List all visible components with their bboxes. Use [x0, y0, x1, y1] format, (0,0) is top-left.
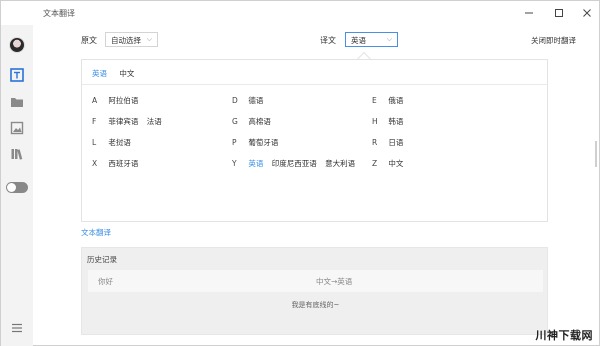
- maximize-icon: [555, 9, 563, 17]
- lang-option[interactable]: 阿拉伯语: [108, 96, 138, 105]
- avatar[interactable]: [9, 37, 25, 53]
- lang-option[interactable]: 德语: [248, 96, 263, 105]
- toggle-switch[interactable]: [6, 182, 28, 193]
- lang-group-y: Y 英语 印度尼西亚语 意大利语: [232, 158, 361, 169]
- group-letter: R: [372, 138, 378, 147]
- target-language-value: 英语: [351, 36, 366, 45]
- nav-documents[interactable]: [10, 95, 24, 109]
- lang-group-e: E 俄语: [372, 95, 409, 106]
- chevron-down-icon: ⌵: [146, 35, 152, 43]
- group-letter: H: [372, 117, 378, 126]
- lang-option[interactable]: 日语: [388, 138, 403, 147]
- lang-option[interactable]: 老挝语: [108, 138, 131, 147]
- text-translate-link[interactable]: 文本翻译: [81, 227, 111, 238]
- app-window: 文本翻译 原文 自动选择 ⌵ 译文 英语 ⌵ 关闭即时翻译 英语 中文 A 阿拉…: [0, 0, 600, 346]
- window-title: 文本翻译: [43, 9, 75, 18]
- nav-library[interactable]: [10, 147, 24, 161]
- books-icon: [11, 149, 23, 160]
- lang-option[interactable]: 韩语: [388, 117, 403, 126]
- group-letter: L: [92, 138, 97, 147]
- group-letter: P: [232, 138, 237, 147]
- lang-group-a: A 阿拉伯语: [92, 95, 144, 106]
- lang-option[interactable]: 中文: [388, 159, 403, 168]
- watermark: 川神下载网: [535, 329, 593, 342]
- history-row[interactable]: 你好 中文→英语: [88, 270, 543, 292]
- history-section: 历史记录 你好 中文→英语 我是有底线的~: [81, 247, 548, 335]
- group-letter: Z: [372, 159, 378, 168]
- maximize-button[interactable]: [545, 1, 573, 25]
- nav-image[interactable]: [10, 121, 24, 135]
- history-direction: 中文→英语: [316, 277, 353, 286]
- group-letter: D: [232, 96, 238, 105]
- window-edge-mark: [595, 141, 597, 167]
- source-language-select[interactable]: 自动选择 ⌵: [105, 32, 158, 47]
- lang-option[interactable]: 西班牙语: [108, 159, 138, 168]
- lang-group-p: P 葡萄牙语: [232, 137, 284, 148]
- folder-icon: [11, 98, 23, 107]
- image-icon: [10, 121, 24, 135]
- source-language-value: 自动选择: [111, 36, 141, 45]
- group-letter: Y: [232, 159, 237, 168]
- close-icon: [583, 9, 591, 17]
- close-instant-translate-link[interactable]: 关闭即时翻译: [531, 35, 576, 46]
- lang-group-l: L 老挝语: [92, 137, 137, 148]
- group-letter: G: [232, 117, 238, 126]
- lang-option-selected[interactable]: 英语: [248, 159, 263, 168]
- lang-group-x: X 西班牙语: [92, 158, 144, 169]
- lang-group-f: F 菲律宾语 法语: [92, 116, 168, 127]
- history-title: 历史记录: [87, 255, 117, 264]
- lang-option[interactable]: 俄语: [388, 96, 403, 105]
- chevron-down-icon: ⌵: [386, 35, 392, 43]
- target-label: 译文: [320, 36, 336, 45]
- lang-option[interactable]: 意大利语: [325, 159, 355, 168]
- tab-english[interactable]: 英语: [92, 69, 107, 78]
- lang-group-r: R 日语: [372, 137, 409, 148]
- menu-icon: [12, 323, 22, 333]
- minimize-icon: [525, 12, 533, 14]
- tab-chinese[interactable]: 中文: [119, 69, 134, 78]
- lang-group-z: Z 中文: [372, 158, 409, 169]
- group-letter: E: [372, 96, 377, 105]
- lang-group-h: H 韩语: [372, 116, 409, 127]
- group-letter: F: [92, 117, 97, 126]
- source-label: 原文: [81, 36, 97, 45]
- history-source-text: 你好: [98, 277, 113, 286]
- language-tabs: 英语 中文: [92, 68, 144, 79]
- minimize-button[interactable]: [515, 1, 543, 25]
- tabs-divider: [82, 84, 547, 85]
- title-bar: 文本翻译: [1, 1, 599, 25]
- lang-option[interactable]: 菲律宾语: [108, 117, 138, 126]
- lang-option[interactable]: 法语: [147, 117, 162, 126]
- lang-option[interactable]: 高棉语: [248, 117, 271, 126]
- lang-group-g: G 高棉语: [232, 116, 277, 127]
- text-translate-icon: [10, 68, 24, 82]
- group-letter: A: [92, 96, 98, 105]
- menu-button[interactable]: [10, 321, 24, 335]
- lang-option[interactable]: 葡萄牙语: [248, 138, 278, 147]
- target-language-select[interactable]: 英语 ⌵: [345, 32, 398, 47]
- history-end-text: 我是有底线的~: [291, 301, 340, 309]
- main-content: 原文 自动选择 ⌵ 译文 英语 ⌵ 关闭即时翻译 英语 中文 A 阿拉伯语 D: [33, 25, 599, 345]
- lang-option[interactable]: 印度尼西亚语: [272, 159, 317, 168]
- nav-text-translate[interactable]: [10, 68, 24, 82]
- language-dropdown-panel: 英语 中文 A 阿拉伯语 D 德语 E 俄语 F 菲律宾语 法语 G 高棉语 H…: [81, 59, 548, 222]
- close-button[interactable]: [573, 1, 600, 25]
- toggle-knob: [7, 183, 16, 192]
- lang-group-d: D 德语: [232, 95, 269, 106]
- sidebar: [1, 25, 33, 346]
- group-letter: X: [92, 159, 98, 168]
